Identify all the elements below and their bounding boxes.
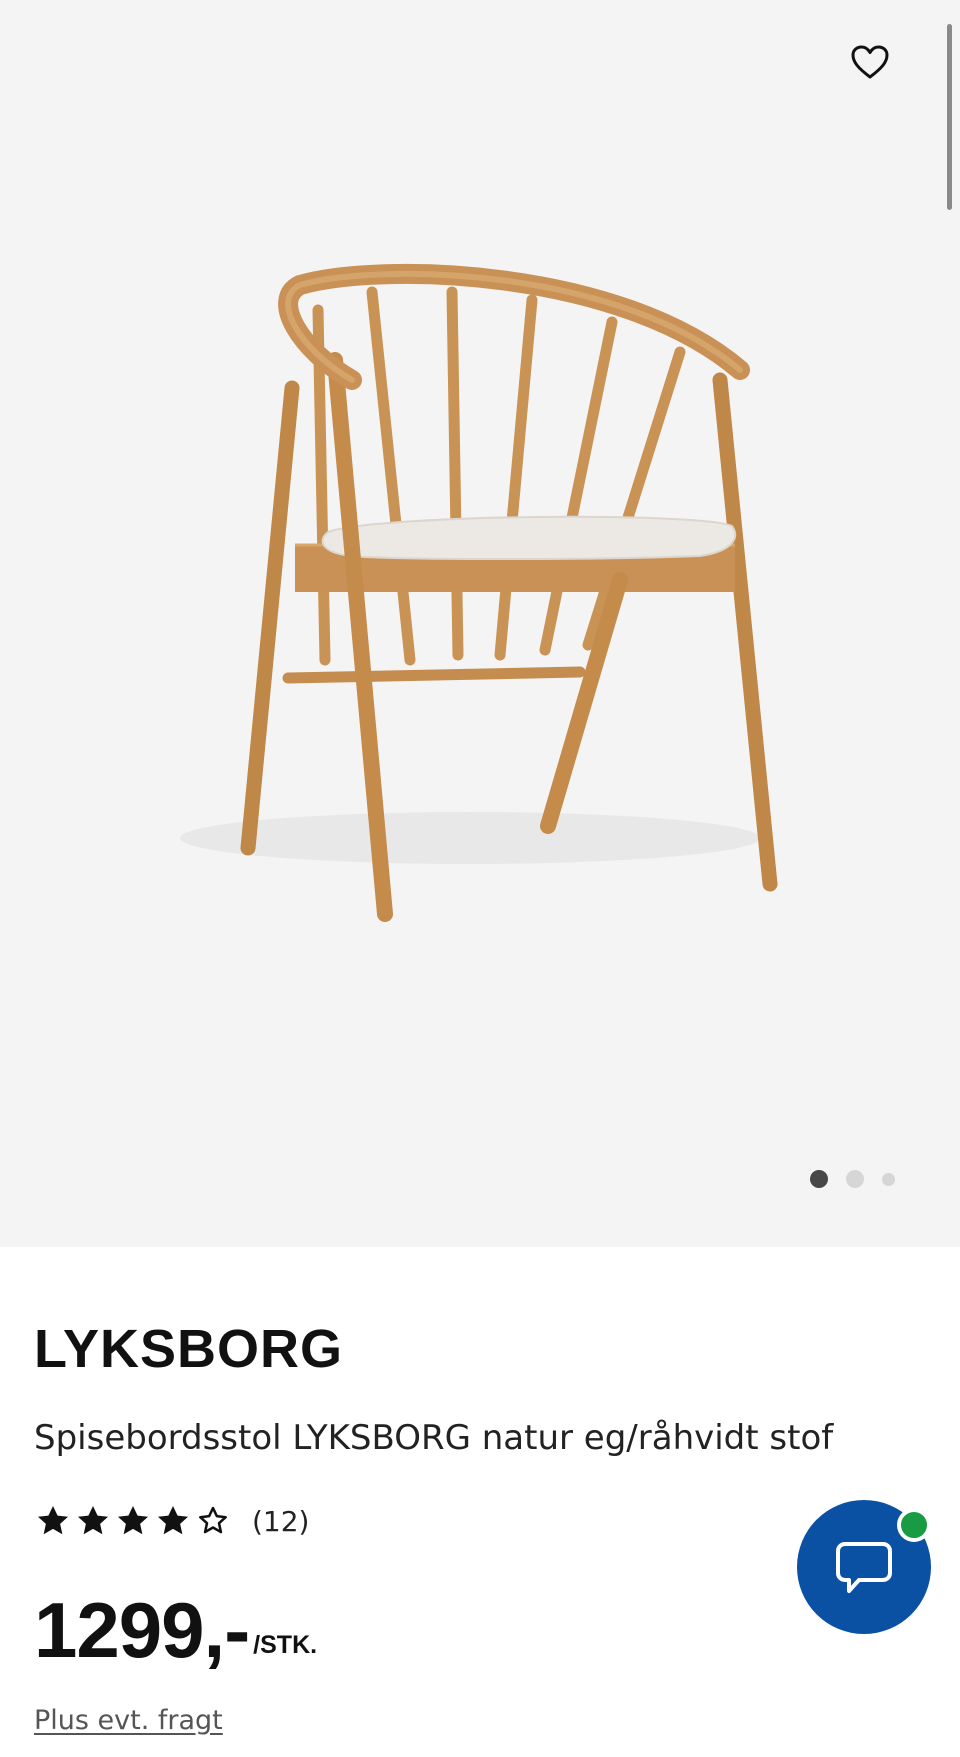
pagination-dot[interactable]: [882, 1172, 895, 1186]
product-description: Spisebordsstol LYKSBORG natur eg/råhvidt…: [34, 1418, 834, 1458]
heart-outline-icon: [851, 45, 889, 79]
rating-stars: [34, 1502, 232, 1540]
online-status-badge: [897, 1508, 931, 1542]
product-image-gallery[interactable]: [0, 0, 960, 1247]
star-filled-icon: [117, 1505, 149, 1535]
star-filled-icon: [37, 1505, 69, 1535]
price-unit: /STK.: [253, 1631, 318, 1659]
price-amount: 1299,-: [34, 1586, 250, 1674]
pagination-dot[interactable]: [846, 1170, 864, 1188]
freight-link[interactable]: Plus evt. fragt: [34, 1705, 223, 1736]
product-name: LYKSBORG: [34, 1319, 344, 1379]
product-image: [180, 264, 778, 922]
pagination-dot-active[interactable]: [810, 1170, 828, 1188]
product-price: 1299,- /STK.: [34, 1590, 317, 1670]
scrollbar[interactable]: [947, 24, 952, 210]
star-outline-icon: [199, 1506, 227, 1534]
product-rating[interactable]: (12): [34, 1502, 309, 1540]
star-filled-icon: [77, 1505, 109, 1535]
star-filled-icon: [157, 1505, 189, 1535]
image-pagination: [810, 1170, 895, 1188]
favorite-button[interactable]: [846, 38, 894, 86]
review-count: (12): [252, 1504, 310, 1538]
chat-bubble-icon: [836, 1542, 892, 1593]
